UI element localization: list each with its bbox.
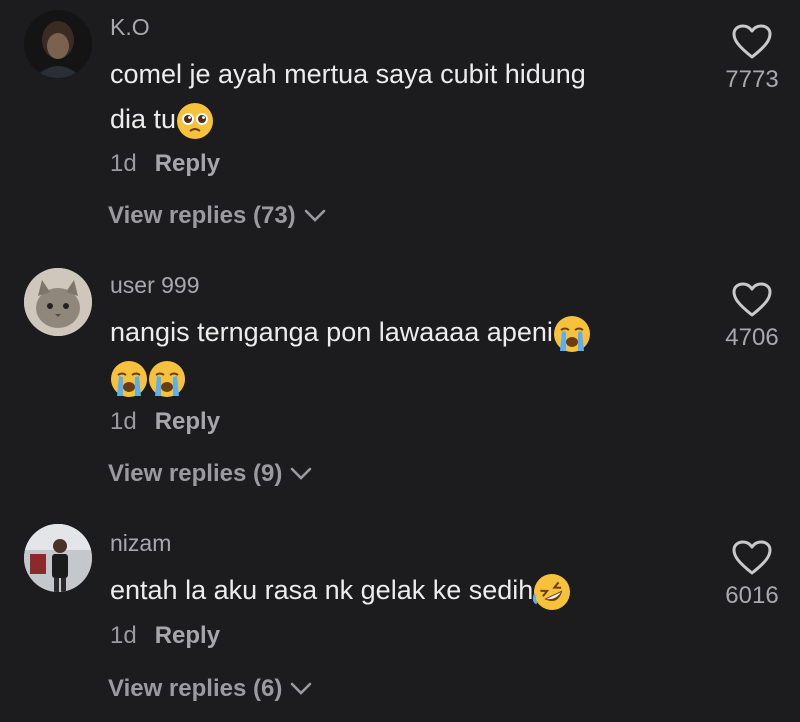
comment-time: 1d (110, 622, 137, 649)
reply-button[interactable]: Reply (155, 408, 220, 435)
comment-text: nangis ternganga pon lawaaaa apeni (110, 310, 670, 400)
comment-text: entah la aku rasa nk gelak ke sedih (110, 568, 670, 613)
heart-icon (732, 540, 772, 575)
comment-text-segment: entah la aku rasa nk gelak ke sedih (110, 575, 534, 605)
chevron-down-icon (291, 682, 312, 695)
like-button[interactable]: 4706 (716, 282, 788, 352)
comment-text-segment: nangis ternganga pon lawaaaa apeni (110, 317, 553, 347)
view-replies-button[interactable]: View replies (9) (108, 460, 312, 488)
heart-icon (732, 282, 772, 317)
comment-text-line (110, 355, 670, 400)
comment-item: nizam entah la aku rasa nk gelak ke sedi… (0, 0, 800, 702)
comment-username[interactable]: user 999 (110, 272, 200, 299)
like-button[interactable]: 6016 (716, 540, 788, 610)
comment-username[interactable]: nizam (110, 530, 171, 557)
avatar[interactable] (24, 268, 92, 336)
comment-meta: 1d Reply (110, 622, 220, 650)
view-replies-label: View replies (6) (108, 675, 283, 702)
chevron-down-icon (291, 467, 312, 480)
comment-text-line: entah la aku rasa nk gelak ke sedih (110, 568, 670, 613)
rolling-on-floor-laughing-icon (533, 573, 571, 610)
avatar[interactable] (24, 524, 92, 592)
reply-button[interactable]: Reply (155, 622, 220, 649)
like-count: 6016 (725, 582, 779, 609)
comment-time: 1d (110, 408, 137, 435)
like-count: 4706 (725, 324, 779, 351)
view-replies-button[interactable]: View replies (6) (108, 675, 312, 703)
loudly-crying-face-icon (553, 315, 590, 352)
loudly-crying-face-icon (111, 360, 147, 397)
comment-meta: 1d Reply (110, 408, 220, 436)
loudly-crying-face-icon (149, 360, 185, 397)
view-replies-label: View replies (9) (108, 460, 283, 487)
comment-text-line: nangis ternganga pon lawaaaa apeni (110, 310, 670, 355)
